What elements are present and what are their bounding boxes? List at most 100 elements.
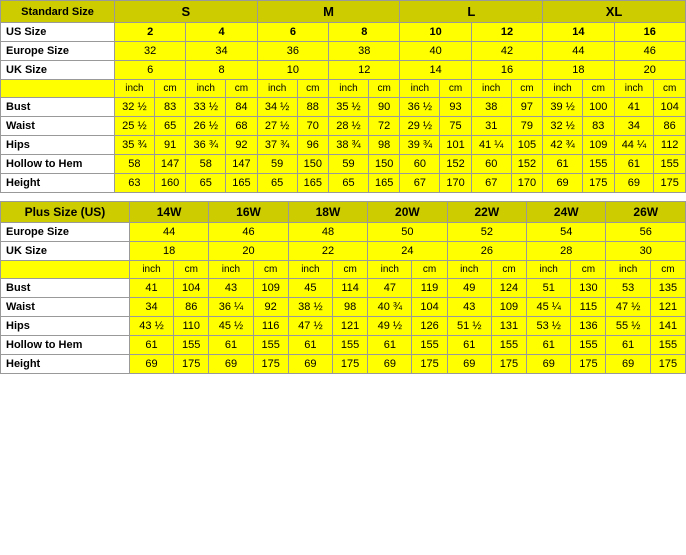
data-cell: 92 <box>226 136 258 155</box>
plus-data-cell: 141 <box>650 317 685 336</box>
uk-size-value: 10 <box>257 61 328 80</box>
europe-size-value: 44 <box>543 42 614 61</box>
data-cell: 68 <box>226 117 258 136</box>
row-label-hips: Hips <box>1 136 115 155</box>
plus-size-table: Plus Size (US)14W16W18W20W22W24W26WEurop… <box>0 201 686 374</box>
size-group-M: M <box>257 1 400 23</box>
plus-row-label-height: Height <box>1 355 130 374</box>
data-cell: 79 <box>511 117 543 136</box>
plus-data-cell: 115 <box>571 298 606 317</box>
uk-size-value: 8 <box>186 61 257 80</box>
plus-data-cell: 155 <box>571 336 606 355</box>
us-size-value: 10 <box>400 23 471 42</box>
data-cell: 26 ½ <box>186 117 226 136</box>
unit-row-empty <box>1 80 115 98</box>
plus-data-cell: 155 <box>412 336 447 355</box>
plus-row-label-hollow-to-hem: Hollow to Hem <box>1 336 130 355</box>
plus-unit-cell: cm <box>174 261 209 279</box>
data-cell: 152 <box>440 155 472 174</box>
data-cell: 59 <box>329 155 369 174</box>
plus-data-cell: 69 <box>129 355 173 374</box>
data-cell: 84 <box>226 98 258 117</box>
plus-europe-size-label: Europe Size <box>1 223 130 242</box>
plus-uk-size-value: 30 <box>606 242 686 261</box>
plus-unit-cell: inch <box>129 261 173 279</box>
data-cell: 25 ½ <box>115 117 155 136</box>
plus-uk-size-value: 28 <box>527 242 606 261</box>
data-cell: 65 <box>154 117 186 136</box>
plus-size-group: 18W <box>288 202 367 223</box>
plus-data-cell: 41 <box>129 279 173 298</box>
data-cell: 165 <box>226 174 258 193</box>
europe-size-value: 32 <box>115 42 186 61</box>
plus-data-cell: 175 <box>174 355 209 374</box>
plus-data-cell: 124 <box>491 279 526 298</box>
row-label-waist: Waist <box>1 117 115 136</box>
us-size-value: 4 <box>186 23 257 42</box>
data-cell: 91 <box>154 136 186 155</box>
data-cell: 152 <box>511 155 543 174</box>
row-label-hollow-to-hem: Hollow to Hem <box>1 155 115 174</box>
data-cell: 101 <box>440 136 472 155</box>
plus-data-cell: 131 <box>491 317 526 336</box>
plus-data-cell: 109 <box>491 298 526 317</box>
data-cell: 39 ¾ <box>400 136 440 155</box>
plus-data-cell: 47 <box>368 279 412 298</box>
plus-uk-size-value: 26 <box>447 242 526 261</box>
plus-data-cell: 155 <box>650 336 685 355</box>
unit-cell: cm <box>440 80 472 98</box>
data-cell: 75 <box>440 117 472 136</box>
plus-size-group: 14W <box>129 202 208 223</box>
unit-cell: inch <box>614 80 654 98</box>
uk-size-value: 18 <box>543 61 614 80</box>
unit-cell: inch <box>543 80 583 98</box>
plus-size-group: 26W <box>606 202 686 223</box>
plus-data-cell: 45 ½ <box>209 317 253 336</box>
uk-size-label: UK Size <box>1 61 115 80</box>
us-size-value: 8 <box>329 23 400 42</box>
plus-data-cell: 175 <box>333 355 368 374</box>
plus-unit-cell: cm <box>333 261 368 279</box>
us-size-value: 2 <box>115 23 186 42</box>
data-cell: 147 <box>154 155 186 174</box>
data-cell: 93 <box>440 98 472 117</box>
plus-data-cell: 175 <box>650 355 685 374</box>
data-cell: 44 ¼ <box>614 136 654 155</box>
data-cell: 147 <box>226 155 258 174</box>
plus-size-group: 16W <box>209 202 288 223</box>
plus-data-cell: 43 ½ <box>129 317 173 336</box>
plus-data-cell: 175 <box>491 355 526 374</box>
plus-data-cell: 61 <box>447 336 491 355</box>
data-cell: 165 <box>297 174 329 193</box>
europe-size-value: 42 <box>471 42 542 61</box>
data-cell: 42 ¾ <box>543 136 583 155</box>
data-cell: 96 <box>297 136 329 155</box>
plus-data-cell: 155 <box>491 336 526 355</box>
plus-data-cell: 53 ½ <box>527 317 571 336</box>
uk-size-value: 16 <box>471 61 542 80</box>
us-size-value: 6 <box>257 23 328 42</box>
data-cell: 155 <box>654 155 686 174</box>
data-cell: 33 ½ <box>186 98 226 117</box>
plus-data-cell: 155 <box>333 336 368 355</box>
data-cell: 104 <box>654 98 686 117</box>
data-cell: 31 <box>471 117 511 136</box>
plus-data-cell: 69 <box>527 355 571 374</box>
data-cell: 34 <box>614 117 654 136</box>
data-cell: 150 <box>368 155 400 174</box>
plus-data-cell: 175 <box>412 355 447 374</box>
plus-data-cell: 119 <box>412 279 447 298</box>
plus-data-cell: 53 <box>606 279 650 298</box>
size-group-S: S <box>115 1 258 23</box>
plus-unit-cell: cm <box>253 261 288 279</box>
plus-unit-cell: cm <box>491 261 526 279</box>
plus-unit-cell: cm <box>650 261 685 279</box>
plus-unit-cell: cm <box>571 261 606 279</box>
data-cell: 97 <box>511 98 543 117</box>
data-cell: 160 <box>154 174 186 193</box>
plus-europe-size-value: 56 <box>606 223 686 242</box>
data-cell: 112 <box>654 136 686 155</box>
data-cell: 38 <box>471 98 511 117</box>
plus-europe-size-value: 50 <box>368 223 447 242</box>
plus-data-cell: 130 <box>571 279 606 298</box>
